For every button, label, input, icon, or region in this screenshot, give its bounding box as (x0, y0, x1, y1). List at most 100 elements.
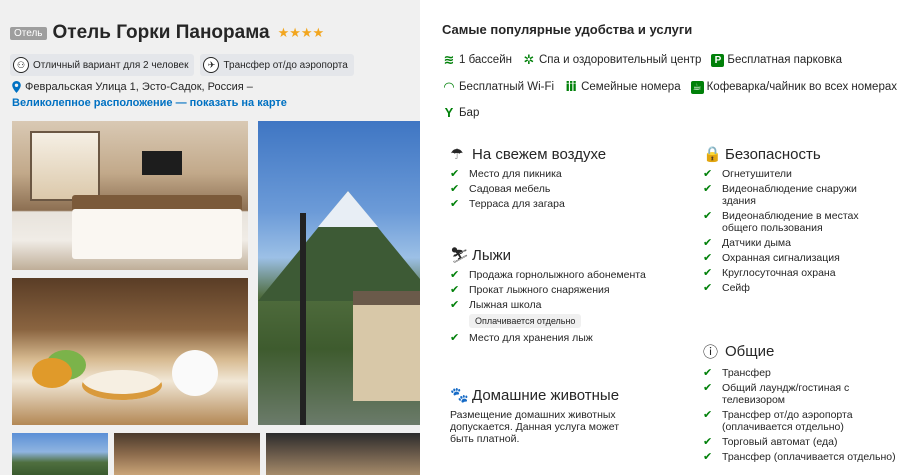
photo-detail (30, 131, 100, 201)
lock-icon: 🔒 (703, 146, 722, 163)
section-title: 🐾 Домашние животные (450, 386, 660, 405)
photo-thumbnail[interactable] (114, 433, 260, 475)
check-icon: ✔ (450, 168, 460, 180)
section-title: ☂ На свежем воздухе (450, 145, 660, 164)
popular-item-label: Бесплатная парковка (727, 54, 842, 66)
pool-icon: ≋ (443, 52, 455, 67)
photo-detail (82, 370, 162, 400)
popular-item: ≋ 1 бассейн (442, 52, 512, 68)
popular-item-label: Бесплатный Wi-Fi (459, 81, 555, 93)
popular-row: Y Бар (442, 105, 480, 120)
check-icon: ✔ (450, 269, 460, 281)
popular-item: P Бесплатная парковка (711, 53, 842, 67)
show-on-map-link[interactable]: Великолепное расположение — показать на … (12, 97, 287, 109)
facility-list: ✔ Трансфер ✔ Общий лаундж/гостиная с телев… (703, 367, 903, 463)
facility-label: Датчики дыма (722, 237, 791, 249)
chip-airport-transfer: ✈ Трансфер от/до аэропорта (200, 54, 354, 76)
popular-row: ◠ Бесплатный Wi-Fi ⅲ Семейные номера ☕ К… (442, 79, 897, 95)
list-item: ✔ Охранная сигнализация (703, 252, 888, 264)
popular-item-label: Спа и оздоровительный центр (538, 54, 702, 66)
list-item: ✔ Общий лаундж/гостиная с телевизором (703, 382, 903, 406)
popular-item: Y Бар (442, 105, 480, 120)
list-item: ✔ Садовая мебель (450, 183, 660, 195)
facility-label: Трансфер от/до аэропорта (оплачивается о… (722, 409, 853, 433)
popular-item-label: Кофеварка/чайник во всех номерах (706, 81, 897, 93)
facility-label: Торговый автомат (еда) (722, 436, 838, 448)
facility-label: Терраса для загара (469, 198, 565, 210)
spa-icon: ✲ (523, 52, 535, 67)
check-icon: ✔ (703, 183, 713, 195)
facility-label: Огнетушители (722, 168, 792, 180)
section-title-text: Безопасность (725, 145, 821, 163)
photo-detail (300, 213, 306, 425)
photo-detail (353, 291, 420, 401)
skier-icon: ⛷ (450, 247, 470, 264)
check-icon: ✔ (703, 382, 713, 394)
hotel-title-row: Отель Отель Горки Панорама ★★★★ (10, 22, 324, 44)
section-pets: 🐾 Домашние животные Размещение домашних … (450, 386, 660, 446)
popular-item: ☕ Кофеварка/чайник во всех номерах (690, 80, 897, 94)
section-title-text: Лыжи (472, 246, 512, 264)
photo-room[interactable] (12, 121, 248, 270)
check-icon: ✔ (450, 332, 460, 344)
facility-label: Охранная сигнализация (722, 252, 840, 264)
facility-list: ✔ Место для пикника ✔ Садовая мебель ✔ Терр… (450, 168, 660, 210)
popular-item-label: Семейные номера (581, 81, 681, 93)
photo-breakfast[interactable] (12, 278, 248, 425)
map-pin-icon (12, 81, 21, 93)
hotel-header-panel: Отель Отель Горки Панорама ★★★★ ⚇ Отличн… (0, 0, 420, 475)
family-icon: ⅲ (565, 79, 577, 94)
property-type-badge: Отель (10, 26, 47, 40)
kettle-icon: ☕ (690, 80, 704, 94)
section-ski: ⛷ Лыжи ✔ Продажа горнолыжного абонемента … (450, 246, 660, 347)
hotel-name: Отель Горки Панорама (52, 22, 270, 43)
airport-transfer-icon: ✈ (203, 57, 220, 73)
check-icon: ✔ (450, 198, 460, 210)
photo-thumbnail[interactable] (12, 433, 108, 475)
facility-list: ✔ Огнетушители ✔ Видеонаблюдение снаружи з… (703, 168, 888, 294)
list-item: ✔ Терраса для загара (450, 198, 660, 210)
popular-item-label: Бар (459, 106, 480, 119)
photo-exterior-mountains[interactable] (258, 121, 420, 425)
check-icon: ✔ (703, 409, 713, 421)
list-item: ✔ Продажа горнолыжного абонемента (450, 269, 660, 281)
hotel-address: Февральская Улица 1, Эсто-Садок, Россия … (12, 81, 253, 93)
list-item: ✔ Прокат лыжного снаряжения (450, 284, 660, 296)
photo-detail (142, 151, 182, 175)
list-item: ✔ Торговый автомат (еда) (703, 436, 903, 448)
facility-label: Лыжная школа (469, 299, 542, 311)
facility-label: Место для пикника (469, 168, 562, 180)
section-general: ⓘ Общие ✔ Трансфер ✔ Общий лаундж/гостиная… (703, 341, 913, 466)
popular-item: ✲ Спа и оздоровительный центр (522, 52, 702, 68)
check-icon: ✔ (703, 252, 713, 264)
section-title: ⓘ Общие (703, 341, 913, 362)
chip-label: Отличный вариант для 2 человек (33, 59, 189, 71)
section-title-text: Домашние животные (472, 386, 620, 404)
wifi-icon: ◠ (444, 79, 454, 94)
paw-icon: 🐾 (450, 387, 469, 404)
list-item: ✔ Сейф (703, 282, 888, 294)
photo-thumbnail[interactable] (266, 433, 420, 475)
highlight-chips: ⚇ Отличный вариант для 2 человек ✈ Транс… (10, 54, 354, 76)
facility-label: Прокат лыжного снаряжения (469, 284, 610, 296)
section-outdoors: ☂ На свежем воздухе ✔ Место для пикника ✔… (450, 145, 660, 213)
facility-label: Сейф (722, 282, 750, 294)
list-item: ✔ Трансфер от/до аэропорта (оплачивается … (703, 409, 903, 433)
popular-row: ≋ 1 бассейн ✲ Спа и оздоровительный цент… (442, 52, 842, 68)
section-title-text: Общие (725, 343, 775, 360)
section-title: ⛷ Лыжи (450, 246, 660, 265)
check-icon: ✔ (703, 267, 713, 279)
chip-label: Трансфер от/до аэропорта (223, 59, 348, 71)
facility-label: Видеонаблюдение в местах общего пользова… (722, 210, 859, 234)
paid-separately-badge: Оплачивается отдельно (469, 314, 582, 328)
facility-label: Общий лаундж/гостиная с телевизором (722, 382, 850, 406)
list-item: ✔ Круглосуточная охрана (703, 267, 888, 279)
umbrella-icon: ☂ (450, 146, 464, 163)
facility-list: ✔ Место для хранения лыж (450, 332, 660, 344)
popular-item: ◠ Бесплатный Wi-Fi (442, 79, 554, 95)
facility-list: ✔ Продажа горнолыжного абонемента ✔ Прокат… (450, 269, 660, 311)
star-rating: ★★★★ (277, 25, 325, 40)
check-icon: ✔ (703, 436, 713, 448)
list-item: ✔ Место для хранения лыж (450, 332, 660, 344)
section-title-text: На свежем воздухе (472, 145, 607, 163)
